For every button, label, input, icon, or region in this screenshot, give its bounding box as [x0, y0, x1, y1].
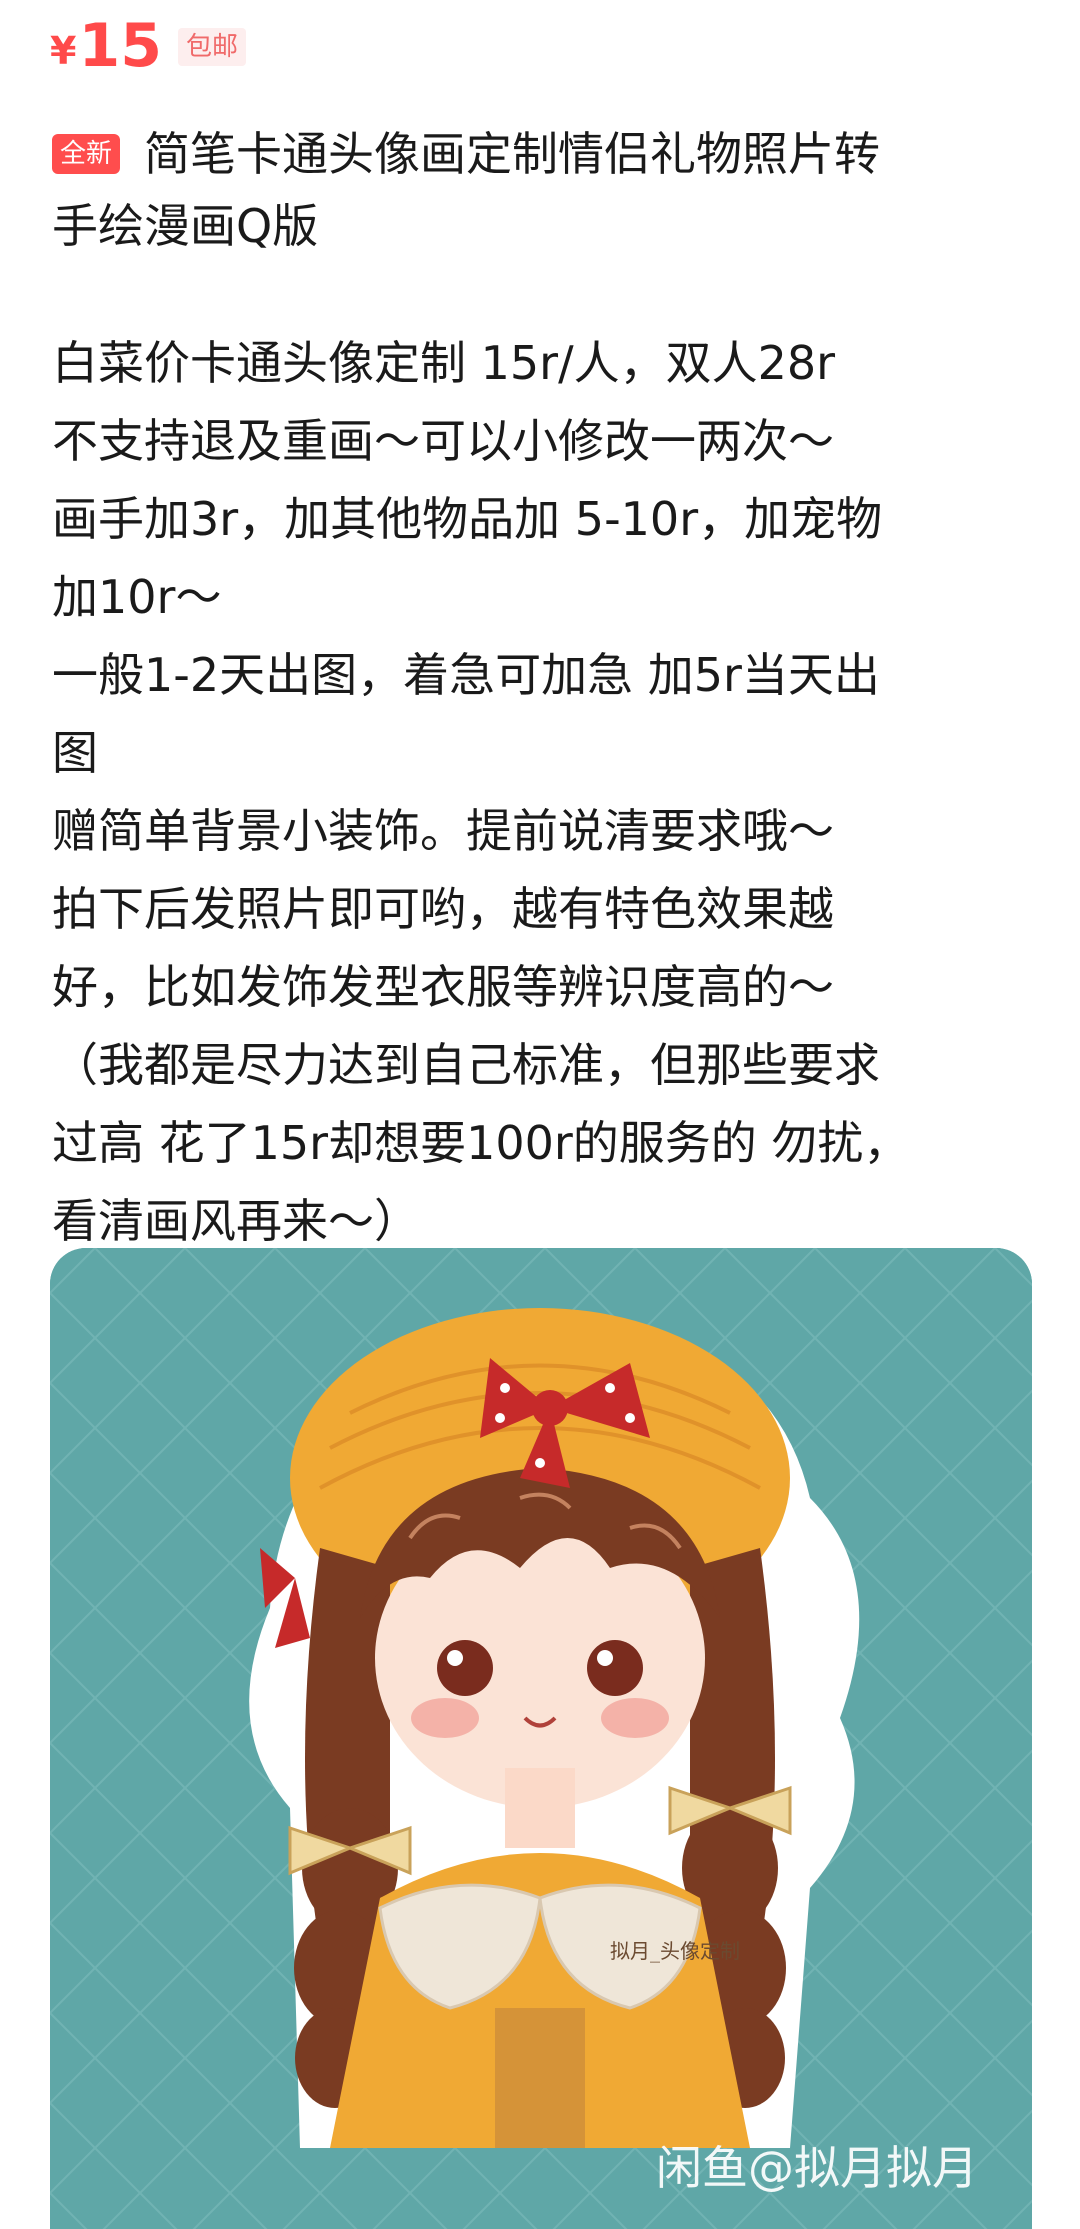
- price-amount: 15: [78, 11, 162, 81]
- artist-signature: 拟月_头像定制: [610, 1939, 740, 1963]
- description-line: 赠简单背景小装饰。提前说清要求哦～: [52, 804, 834, 858]
- description-line: 不支持退及重画～可以小修改一两次～: [52, 414, 834, 468]
- product-description: 白菜价卡通头像定制 15r/人，双人28r 不支持退及重画～可以小修改一两次～ …: [52, 324, 1042, 1260]
- description-line: 好，比如发饰发型衣服等辨识度高的～: [52, 960, 834, 1014]
- title-line-2: 手绘漫画Q版: [52, 199, 319, 253]
- watermark-text: 闲鱼@拟月拟月: [656, 2141, 978, 2195]
- description-line: 过高 花了15r却想要100r的服务的 勿扰，: [52, 1116, 910, 1170]
- title-line-1: 简笔卡通头像画定制情侣礼物照片转: [144, 127, 881, 181]
- price-row: ¥ 15 包邮: [50, 8, 246, 80]
- description-line: 画手加3r，加其他物品加 5-10r，加宠物: [52, 492, 883, 546]
- product-image[interactable]: 拟月_头像定制 闲鱼@拟月拟月: [50, 1248, 1032, 2229]
- description-line: 一般1-2天出图，着急可加急 加5r当天出: [52, 648, 880, 702]
- product-title: 全新 简笔卡通头像画定制情侣礼物照片转 手绘漫画Q版: [52, 118, 1032, 262]
- description-line: 加10r～: [52, 570, 222, 624]
- description-line: （我都是尽力达到自己标准，但那些要求: [52, 1038, 880, 1092]
- description-line: 白菜价卡通头像定制 15r/人，双人28r: [52, 336, 836, 390]
- condition-badge: 全新: [52, 134, 121, 174]
- currency-symbol: ¥: [50, 29, 77, 73]
- description-line: 拍下后发照片即可哟，越有特色效果越: [52, 882, 834, 936]
- free-shipping-badge: 包邮: [177, 28, 246, 66]
- description-line: 图: [52, 726, 98, 780]
- cartoon-avatar-illustration: 拟月_头像定制: [50, 1248, 1032, 2229]
